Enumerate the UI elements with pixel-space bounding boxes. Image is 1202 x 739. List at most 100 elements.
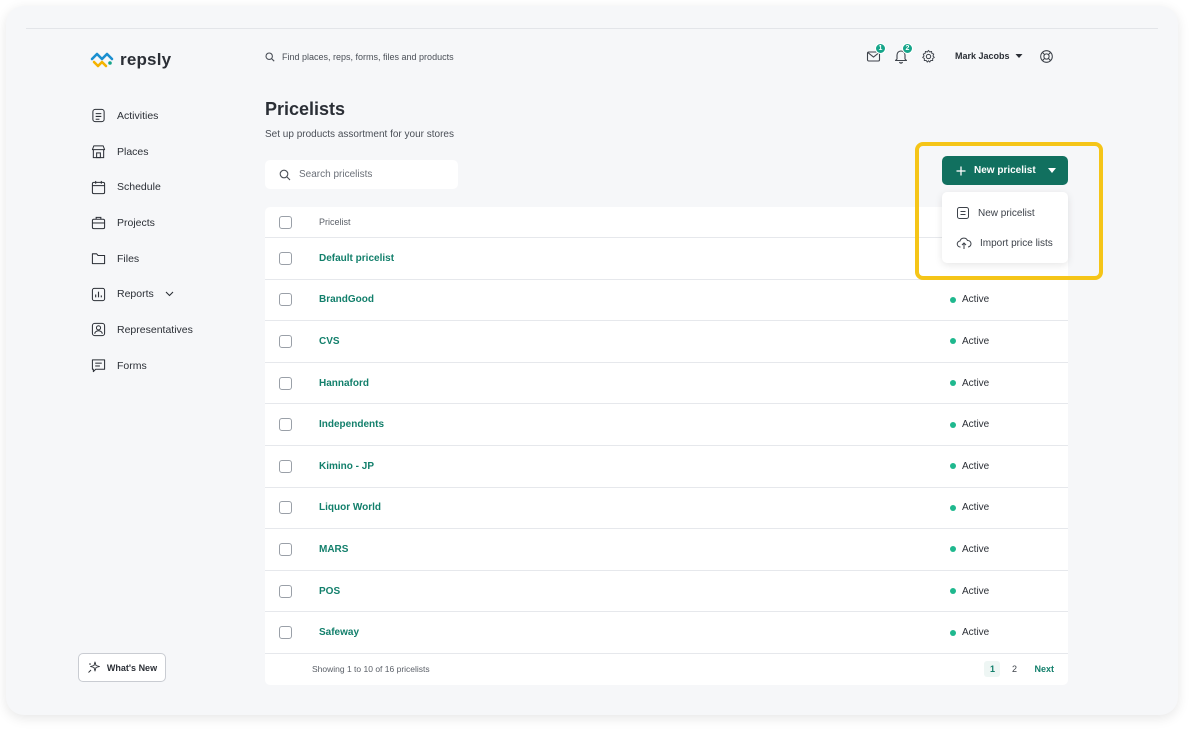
table-row[interactable]: CVS Active <box>265 321 1068 363</box>
status-text: Active <box>962 502 990 514</box>
table-row[interactable]: Liquor World Active <box>265 488 1068 530</box>
sidebar-item-schedule[interactable]: Schedule <box>90 169 193 205</box>
pricelist-name-link[interactable]: Independents <box>319 419 950 430</box>
help-button[interactable] <box>1037 46 1057 66</box>
pricelist-name-link[interactable]: Default pricelist <box>319 253 950 264</box>
next-page-button[interactable]: Next <box>1034 661 1054 677</box>
sidebar-item-reports[interactable]: Reports <box>90 276 193 312</box>
pricelist-name-link[interactable]: Safeway <box>319 627 950 638</box>
pricelist-name-link[interactable]: Hannaford <box>319 378 950 389</box>
sidebar-item-files[interactable]: Files <box>90 241 193 277</box>
whats-new-button[interactable]: What's New <box>78 653 166 682</box>
status-dot-icon <box>950 421 956 428</box>
dropdown-item-new-pricelist[interactable]: New pricelist <box>942 198 1068 228</box>
sidebar-item-projects[interactable]: Projects <box>90 205 193 241</box>
select-all-checkbox[interactable] <box>279 215 292 229</box>
cloud-upload-icon <box>956 237 972 249</box>
sidebar-item-representatives[interactable]: Representatives <box>90 312 193 348</box>
sidebar-item-label: Schedule <box>117 181 161 194</box>
table-row[interactable]: MARS Active <box>265 529 1068 571</box>
sidebar-item-label: Representatives <box>117 323 193 336</box>
briefcase-icon <box>90 215 106 231</box>
pricelist-name-link[interactable]: Kimino - JP <box>319 461 950 472</box>
status-dot-icon <box>950 629 956 636</box>
status-badge: Active <box>950 586 989 597</box>
row-checkbox[interactable] <box>279 376 292 390</box>
table-footer: Showing 1 to 10 of 16 pricelists 1 2 Nex… <box>265 654 1068 684</box>
top-divider <box>26 28 1158 29</box>
status-badge: Active <box>950 502 989 513</box>
chevron-down-icon <box>165 291 174 297</box>
logo-text: repsly <box>120 50 172 69</box>
page-button-2[interactable]: 2 <box>1006 661 1022 677</box>
page-title: Pricelists <box>265 99 346 119</box>
dropdown-item-import-price-lists[interactable]: Import price lists <box>942 228 1068 258</box>
messages-badge: 1 <box>875 43 886 54</box>
pricelist-name-link[interactable]: POS <box>319 586 950 597</box>
table-row[interactable]: Kimino - JP Active <box>265 446 1068 488</box>
sidebar-item-forms[interactable]: Forms <box>90 348 193 384</box>
repsly-logo-icon <box>90 52 114 68</box>
status-text: Active <box>962 460 990 472</box>
lifebuoy-icon <box>1040 49 1053 63</box>
row-checkbox[interactable] <box>279 418 292 432</box>
row-checkbox[interactable] <box>279 542 292 556</box>
status-dot-icon <box>950 546 956 553</box>
pricelist-name-link[interactable]: MARS <box>319 544 950 555</box>
messages-button[interactable]: 1 <box>864 43 886 66</box>
calendar-icon <box>90 179 106 195</box>
status-text: Active <box>962 294 990 306</box>
status-text: Active <box>962 543 990 555</box>
global-search[interactable]: Find places, reps, forms, files and prod… <box>265 52 454 62</box>
status-dot-icon <box>950 504 956 511</box>
row-checkbox[interactable] <box>279 626 292 640</box>
status-badge: Active <box>950 627 989 638</box>
status-badge: Active <box>950 378 989 389</box>
status-dot-icon <box>950 380 956 387</box>
row-checkbox[interactable] <box>279 501 292 515</box>
settings-button[interactable] <box>918 46 938 66</box>
pricelist-search-input[interactable]: Search pricelists <box>265 160 458 189</box>
app-window: repsly Find places, reps, forms, files a… <box>6 6 1178 715</box>
dropdown-item-label: Import price lists <box>980 237 1053 249</box>
status-badge: Active <box>950 294 989 305</box>
activities-icon <box>90 108 106 124</box>
sidebar-item-places[interactable]: Places <box>90 134 193 170</box>
page-button-1[interactable]: 1 <box>984 660 1001 677</box>
row-checkbox[interactable] <box>279 459 292 473</box>
pricelist-name-link[interactable]: CVS <box>319 336 950 347</box>
table-row[interactable]: POS Active <box>265 571 1068 613</box>
column-header-pricelist: Pricelist <box>319 217 351 227</box>
pricelist-name-link[interactable]: BrandGood <box>319 294 950 305</box>
sidebar-item-activities[interactable]: Activities <box>90 98 193 134</box>
status-dot-icon <box>950 296 956 303</box>
caret-down-icon <box>1048 168 1056 173</box>
pricelist-table: Pricelist Default pricelist BrandGood Acti… <box>265 207 1068 685</box>
search-placeholder: Search pricelists <box>299 169 373 180</box>
new-pricelist-button[interactable]: New pricelist <box>942 156 1068 185</box>
user-menu[interactable]: Mark Jacobs <box>955 51 1023 61</box>
form-icon <box>90 358 106 374</box>
repsly-logo[interactable]: repsly <box>90 50 171 70</box>
table-row[interactable]: Safeway Active <box>265 612 1068 654</box>
sidebar-item-label: Places <box>117 145 149 158</box>
status-text: Active <box>962 627 990 639</box>
status-dot-icon <box>950 463 956 470</box>
sidebar-item-label: Projects <box>117 216 155 229</box>
status-text: Active <box>962 377 990 389</box>
chart-icon <box>90 286 106 302</box>
row-checkbox[interactable] <box>279 251 292 265</box>
folder-icon <box>90 251 106 267</box>
notifications-button[interactable]: 2 <box>891 43 913 66</box>
pricelist-name-link[interactable]: Liquor World <box>319 502 950 513</box>
table-row[interactable]: Independents Active <box>265 404 1068 446</box>
status-dot-icon <box>950 588 956 595</box>
sidebar: Activities Places Schedule Projects File… <box>90 98 193 384</box>
table-row[interactable]: Hannaford Active <box>265 363 1068 405</box>
row-checkbox[interactable] <box>279 584 292 598</box>
table-row[interactable]: BrandGood Active <box>265 280 1068 322</box>
row-checkbox[interactable] <box>279 293 292 307</box>
sparkle-icon <box>88 661 100 673</box>
row-checkbox[interactable] <box>279 334 292 348</box>
notifications-badge: 2 <box>902 43 913 54</box>
